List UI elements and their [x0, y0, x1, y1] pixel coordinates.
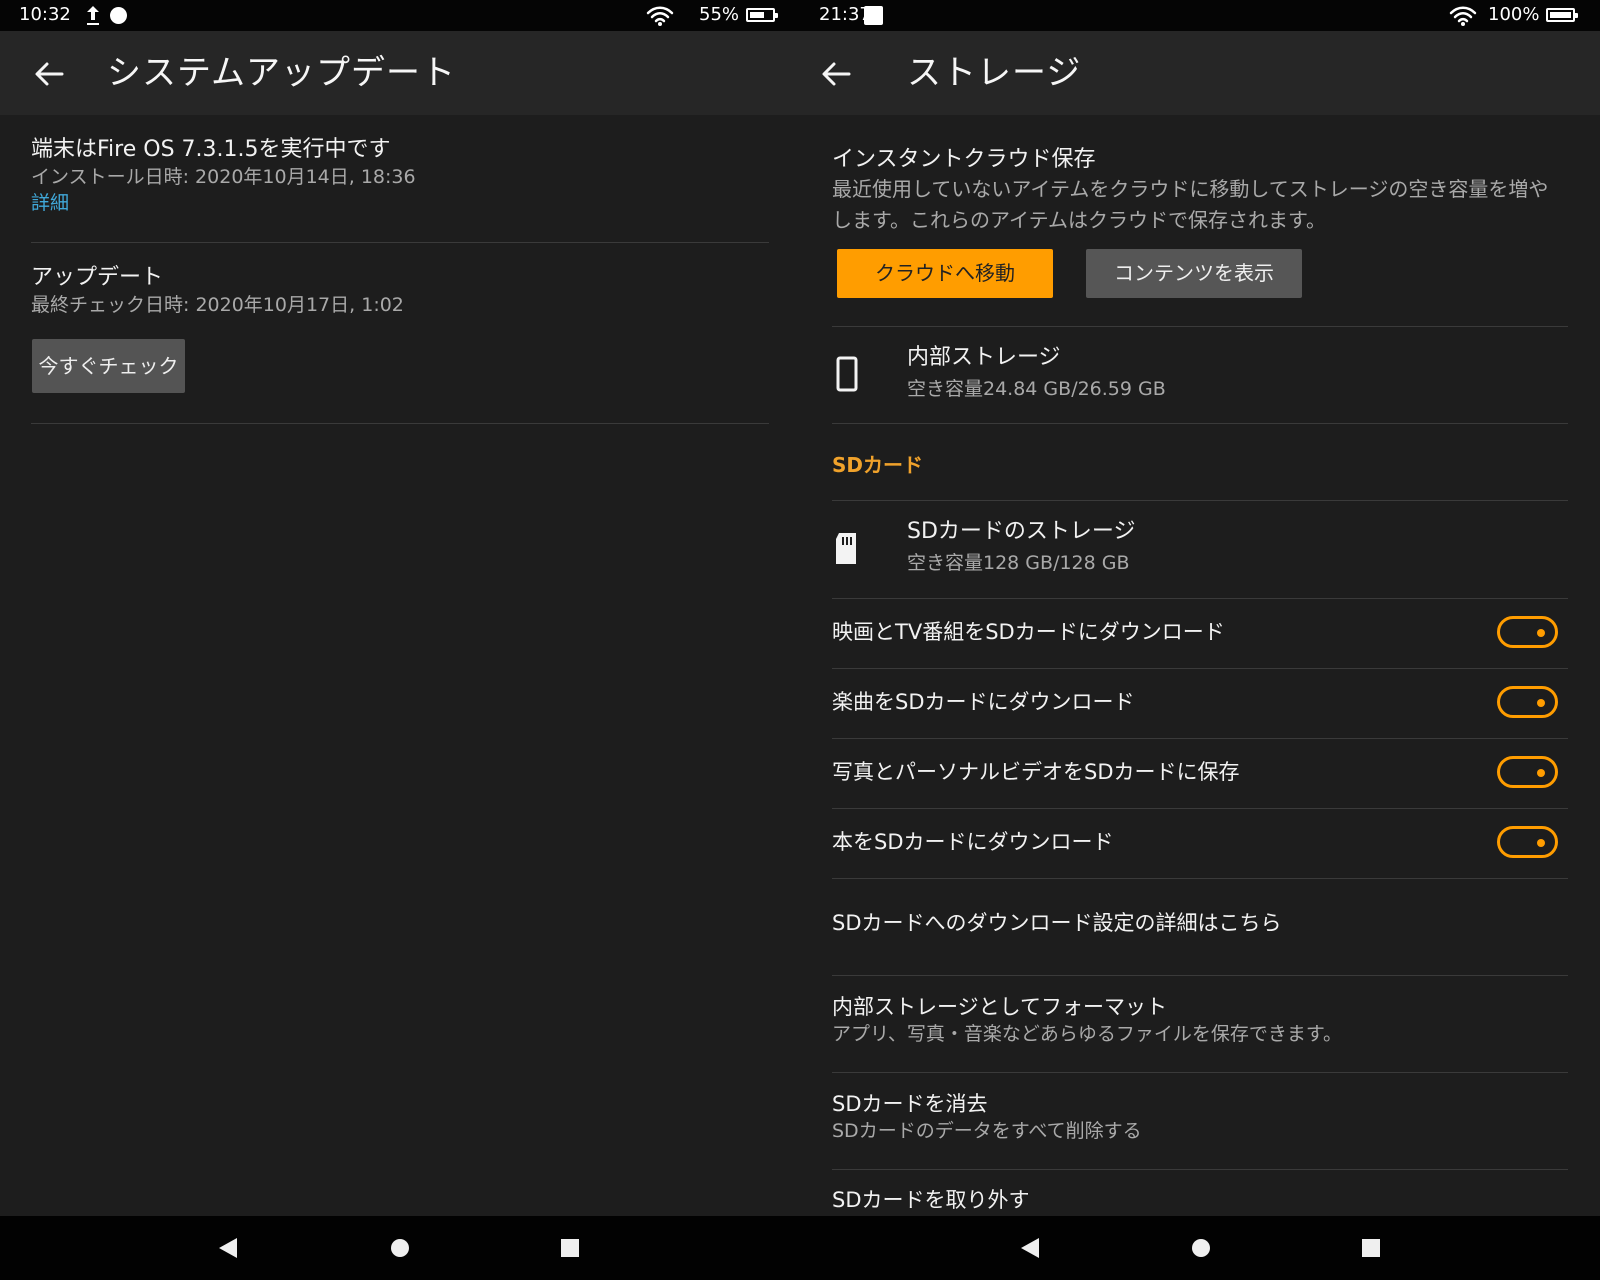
- home-icon[interactable]: [1187, 1234, 1215, 1262]
- last-checked-text: 最終チェック日時: 2020年10月17日, 1:02: [31, 294, 404, 316]
- battery-level-fill: [1550, 12, 1571, 18]
- photos-videos-sd-save-setting[interactable]: 写真とパーソナルビデオをSDカードに保存: [832, 739, 1568, 808]
- phone-icon: [836, 356, 858, 392]
- toggle-label: 本をSDカードにダウンロード: [832, 830, 1114, 854]
- photos-videos-sd-save-toggle[interactable]: [1497, 756, 1558, 788]
- install-date-text: インストール日時: 2020年10月14日, 18:36: [31, 166, 416, 188]
- storage-header: ストレージ: [800, 31, 1600, 115]
- sd-card-icon: [836, 533, 856, 564]
- section-divider: [832, 878, 1568, 879]
- fire-os-settings-screens: 10:32 55% システムアップデート 端末はFire OS 7.3.1.5を…: [0, 0, 1600, 1280]
- toggle-label: 映画とTV番組をSDカードにダウンロード: [832, 620, 1225, 644]
- toggle-label: 楽曲をSDカードにダウンロード: [832, 690, 1135, 714]
- battery-percentage: 55%: [699, 4, 740, 25]
- system-update-screen: 10:32 55% システムアップデート 端末はFire OS 7.3.1.5を…: [0, 0, 800, 1280]
- section-divider: [31, 242, 769, 243]
- wifi-icon: [646, 6, 674, 26]
- recent-apps-icon[interactable]: [1357, 1234, 1385, 1262]
- sd-card-storage-text: SDカードのストレージ 空き容量128 GB/128 GB: [907, 518, 1135, 576]
- back-icon[interactable]: [1016, 1234, 1044, 1262]
- move-to-cloud-button[interactable]: クラウドへ移動: [837, 249, 1053, 298]
- books-sd-download-setting[interactable]: 本をSDカードにダウンロード: [832, 809, 1568, 878]
- back-icon[interactable]: [214, 1234, 242, 1262]
- status-time: 10:32: [19, 4, 71, 25]
- format-as-internal-title: 内部ストレージとしてフォーマット: [832, 995, 1167, 1019]
- wifi-icon: [1449, 6, 1477, 26]
- updates-title: アップデート: [31, 265, 164, 290]
- internal-storage-title: 内部ストレージ: [907, 345, 1061, 370]
- section-divider: [832, 975, 1568, 976]
- section-divider: [832, 423, 1568, 424]
- music-sd-download-setting[interactable]: 楽曲をSDカードにダウンロード: [832, 669, 1568, 738]
- battery-icon: [1546, 8, 1578, 22]
- section-divider: [31, 423, 769, 424]
- toggle-knob: [1537, 839, 1545, 847]
- toggle-label: 写真とパーソナルビデオをSDカードに保存: [832, 760, 1240, 784]
- updates-section: アップデート 最終チェック日時: 2020年10月17日, 1:02: [31, 264, 769, 318]
- sd-download-details-text: SDカードへのダウンロード設定の詳細はこちら: [832, 911, 1282, 935]
- page-title: ストレージ: [907, 53, 1082, 93]
- navigation-bar: [800, 1216, 1600, 1280]
- sd-card-free-space: 空き容量128 GB/128 GB: [907, 552, 1130, 574]
- books-sd-download-toggle[interactable]: [1497, 826, 1558, 858]
- system-update-header: システムアップデート: [0, 31, 800, 115]
- notification-square-icon: [864, 6, 883, 25]
- internal-storage-row[interactable]: 内部ストレージ 空き容量24.84 GB/26.59 GB: [832, 327, 1568, 423]
- erase-sd-card-title: SDカードを消去: [832, 1092, 988, 1116]
- erase-sd-card-description: SDカードのデータをすべて削除する: [832, 1120, 1142, 1142]
- back-arrow-icon[interactable]: [28, 53, 70, 95]
- sd-card-section-title: SDカード: [832, 453, 924, 477]
- upload-icon: [87, 6, 99, 25]
- check-now-button[interactable]: 今すぐチェック: [32, 339, 185, 393]
- remove-sd-card-row[interactable]: SDカードを取り外す: [832, 1186, 1568, 1216]
- battery-level-fill: [750, 12, 764, 18]
- page-title: システムアップデート: [107, 53, 456, 93]
- instant-cloud-description: 最近使用していないアイテムをクラウドに移動してストレージの空き容量を増やします。…: [832, 177, 1549, 232]
- movies-tv-sd-download-setting[interactable]: 映画とTV番組をSDカードにダウンロード: [832, 599, 1568, 668]
- status-bar: 21:37 100%: [800, 0, 1600, 31]
- show-content-button[interactable]: コンテンツを表示: [1086, 249, 1302, 298]
- format-as-internal-description: アプリ、写真・音楽などあらゆるファイルを保存できます。: [832, 1023, 1342, 1045]
- sd-card-storage-row[interactable]: SDカードのストレージ 空き容量128 GB/128 GB: [832, 501, 1568, 597]
- internal-storage-text: 内部ストレージ 空き容量24.84 GB/26.59 GB: [907, 344, 1166, 402]
- back-arrow-icon[interactable]: [815, 53, 857, 95]
- toggle-knob: [1537, 769, 1545, 777]
- notification-dot-icon: [110, 7, 127, 24]
- recent-apps-icon[interactable]: [556, 1234, 584, 1262]
- system-running-text: 端末はFire OS 7.3.1.5を実行中です: [31, 137, 391, 162]
- format-as-internal-row[interactable]: 内部ストレージとしてフォーマット アプリ、写真・音楽などあらゆるファイルを保存で…: [832, 993, 1568, 1071]
- remove-sd-card-title: SDカードを取り外す: [832, 1188, 1030, 1212]
- instant-cloud-title: インスタントクラウド保存: [832, 147, 1096, 172]
- sd-download-details-row[interactable]: SDカードへのダウンロード設定の詳細はこちら: [832, 909, 1568, 979]
- music-sd-download-toggle[interactable]: [1497, 686, 1558, 718]
- details-link[interactable]: 詳細: [31, 190, 761, 216]
- battery-icon: [746, 8, 778, 22]
- section-divider: [832, 1072, 1568, 1073]
- system-version-info: 端末はFire OS 7.3.1.5を実行中です インストール日時: 2020年…: [31, 136, 761, 216]
- battery-percentage: 100%: [1488, 4, 1540, 25]
- movies-tv-sd-download-toggle[interactable]: [1497, 616, 1558, 648]
- toggle-knob: [1537, 699, 1545, 707]
- section-divider: [832, 1169, 1568, 1170]
- home-icon[interactable]: [386, 1234, 414, 1262]
- status-bar: 10:32 55%: [0, 0, 800, 31]
- internal-storage-free-space: 空き容量24.84 GB/26.59 GB: [907, 378, 1166, 400]
- toggle-knob: [1537, 629, 1545, 637]
- navigation-bar: [0, 1216, 800, 1280]
- erase-sd-card-row[interactable]: SDカードを消去 SDカードのデータをすべて削除する: [832, 1090, 1568, 1168]
- sd-card-storage-title: SDカードのストレージ: [907, 519, 1136, 544]
